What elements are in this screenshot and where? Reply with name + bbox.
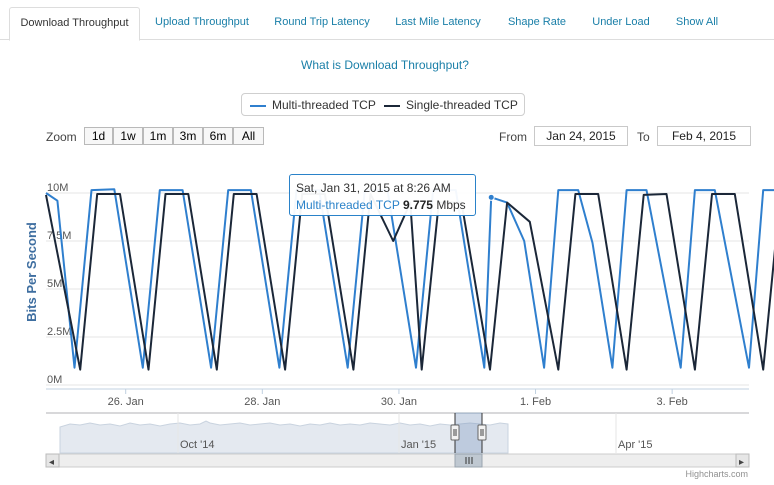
scrollbar-left-arrow-icon: ◂ <box>49 457 54 468</box>
throughput-chart: 0M2.5M5M7.5M10M Bits Per Second 26. Jan 2… <box>24 182 774 468</box>
navigator-label-jan15: Jan '15 <box>401 439 436 451</box>
navigator-handle-right[interactable] <box>477 424 487 441</box>
navigator-handle-left[interactable] <box>450 424 460 441</box>
data-tooltip: Sat, Jan 31, 2015 at 8:26 AM Multi-threa… <box>289 174 476 216</box>
y-axis-title: Bits Per Second <box>24 222 39 322</box>
y-tick-label: 2.5M <box>47 326 71 338</box>
tooltip-value: 9.775 <box>402 198 433 212</box>
series-lines <box>45 188 774 371</box>
x-tick-label: 28. Jan <box>244 396 280 408</box>
tooltip-unit: Mbps <box>436 198 466 212</box>
navigator-label-oct14: Oct '14 <box>180 439 215 451</box>
tooltip-series-name: Multi-threaded TCP <box>296 198 400 212</box>
y-tick-label: 5M <box>47 278 62 290</box>
hover-point-marker <box>487 193 495 201</box>
navigator-series-area <box>59 420 509 454</box>
x-tick-label: 1. Feb <box>520 396 551 408</box>
y-grid <box>46 192 749 386</box>
navigator-label-apr15: Apr '15 <box>618 439 653 451</box>
highcharts-credits[interactable]: Highcharts.com <box>685 469 748 479</box>
scrollbar-track[interactable] <box>45 453 750 468</box>
tooltip-date: Sat, Jan 31, 2015 at 8:26 AM <box>296 181 451 195</box>
x-tick-label: 30. Jan <box>381 396 417 408</box>
x-axis-ticks: 26. Jan 28. Jan 30. Jan 1. Feb 3. Feb <box>108 389 688 408</box>
x-tick-label: 26. Jan <box>108 396 144 408</box>
scrollbar-right-arrow-icon: ▸ <box>739 457 744 468</box>
y-tick-label: 10M <box>47 182 68 194</box>
x-tick-label: 3. Feb <box>657 396 688 408</box>
y-tick-label: 7.5M <box>47 230 71 242</box>
y-tick-label: 0M <box>47 374 62 386</box>
